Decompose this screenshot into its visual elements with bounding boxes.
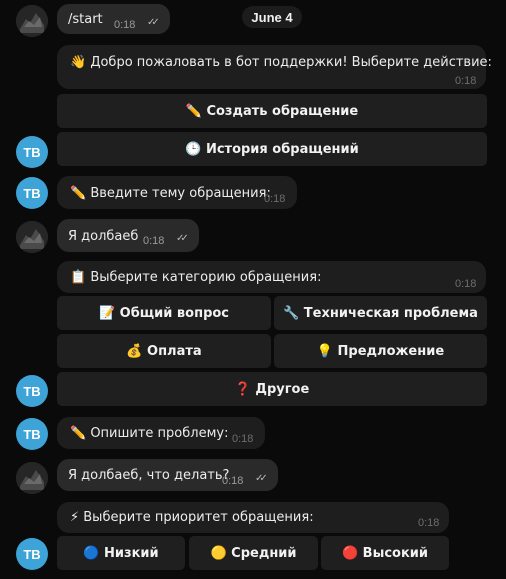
message-time: 0:18 (264, 193, 286, 205)
priority-high-button[interactable]: 🔴 Высокий (321, 536, 449, 570)
read-checkmarks-icon: ✓✓ (147, 17, 160, 28)
bot-avatar[interactable]: TB (16, 538, 48, 570)
category-suggestion-button[interactable]: 💡 Предложение (274, 334, 487, 368)
message-text: ✏️ Введите тему обращения: (70, 186, 271, 201)
user-avatar[interactable] (16, 221, 48, 253)
user-avatar[interactable] (16, 5, 48, 37)
category-other-button[interactable]: ❓ Другое (57, 372, 487, 406)
ticket-history-button[interactable]: 🕒 История обращений (57, 132, 487, 166)
read-checkmarks-icon: ✓✓ (176, 233, 189, 244)
message-time: 0:18 (418, 517, 440, 529)
message-text: Я долбаеб, что делать? (68, 468, 230, 483)
category-general-button[interactable]: 📝 Общий вопрос (57, 296, 271, 330)
category-technical-button[interactable]: 🔧 Техническая проблема (274, 296, 487, 330)
read-checkmarks-icon: ✓✓ (255, 473, 268, 484)
message-text: ⚡ Выберите приоритет обращения: (70, 510, 314, 525)
user-avatar[interactable] (16, 462, 48, 494)
message-time: 0:18 (222, 475, 244, 487)
bot-avatar[interactable]: TB (16, 177, 48, 209)
category-payment-button[interactable]: 💰 Оплата (57, 334, 271, 368)
priority-low-button[interactable]: 🔵 Низкий (57, 536, 185, 570)
create-ticket-button[interactable]: ✏️ Создать обращение (57, 94, 487, 128)
message-text: 📋 Выберите категорию обращения: (70, 270, 322, 285)
bot-avatar[interactable]: TB (16, 418, 48, 450)
message-text: Я долбаеб (68, 229, 139, 244)
message-time: 0:18 (114, 19, 136, 31)
message-time: 0:18 (143, 235, 165, 247)
message-time: 0:18 (455, 75, 477, 87)
bot-avatar[interactable]: TB (16, 375, 48, 407)
message-time: 0:18 (455, 278, 477, 290)
message-time: 0:18 (232, 433, 254, 445)
date-label: June 4 (242, 6, 302, 28)
message-text: 👋 Добро пожаловать в бот поддержки! Выбе… (70, 55, 492, 70)
priority-medium-button[interactable]: 🟡 Средний (189, 536, 318, 570)
bot-avatar[interactable]: TB (16, 136, 48, 168)
message-text: /start (68, 12, 103, 27)
message-text: ✏️ Опишите проблему: (70, 426, 229, 441)
